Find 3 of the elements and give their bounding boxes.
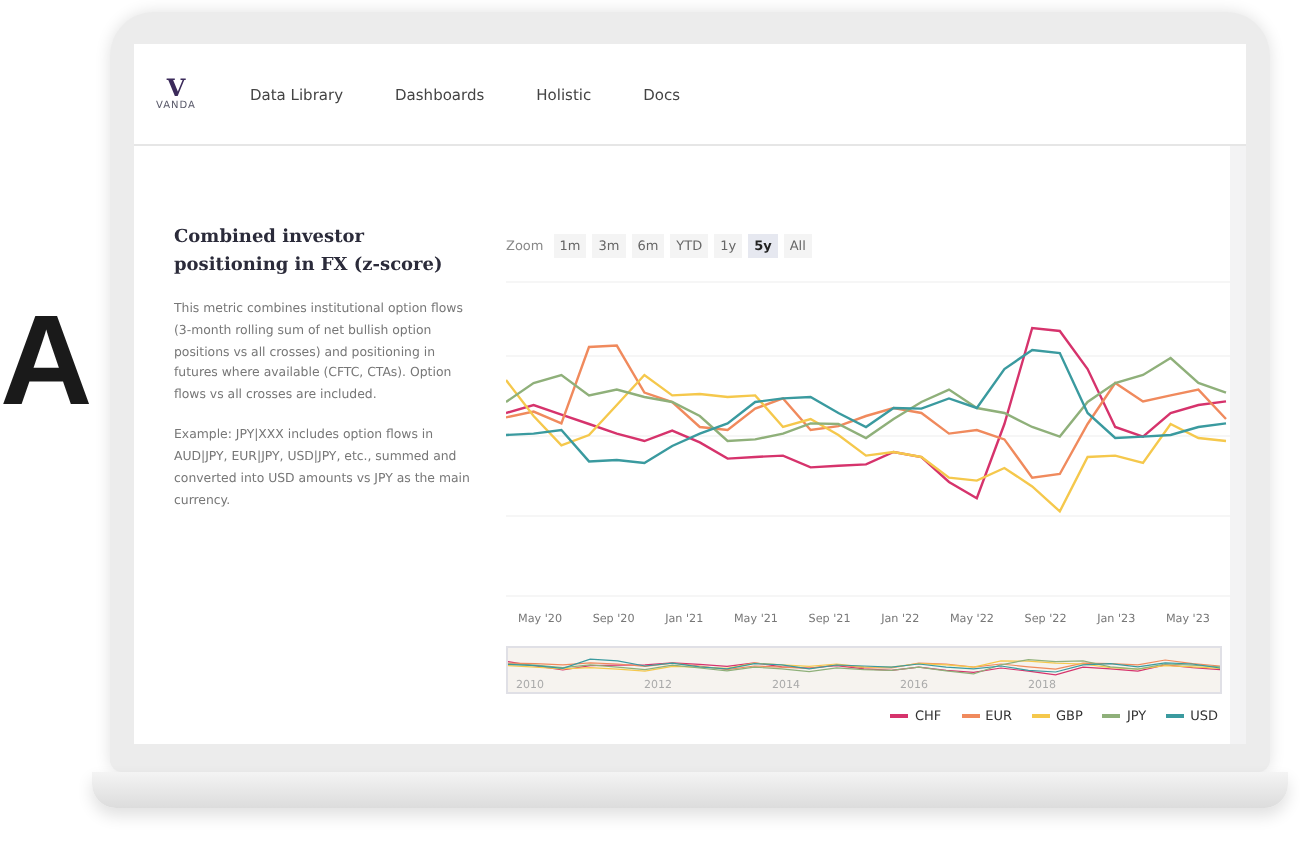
article-title: Combined investor positioning in FX (z-score) [174,226,445,280]
heading-letter: A [0,286,92,424]
logo-mark: V [166,76,186,100]
